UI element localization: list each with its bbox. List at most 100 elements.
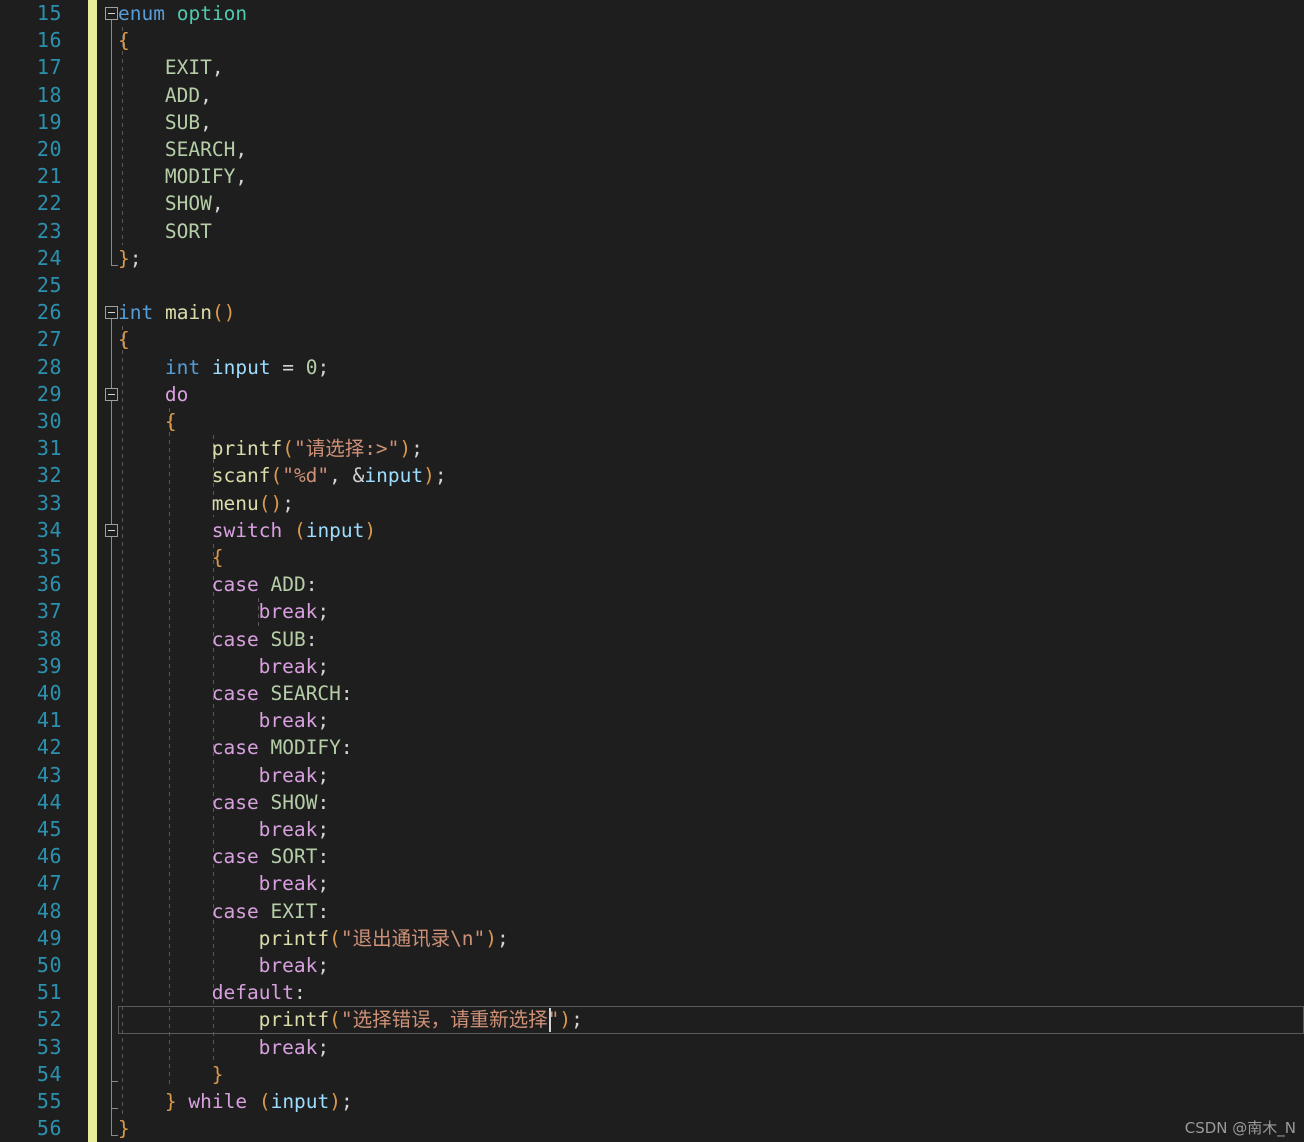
code-line[interactable]: 23 SORT [0, 218, 1304, 245]
code-text[interactable]: case ADD: [212, 571, 318, 598]
code-text[interactable]: break; [259, 870, 329, 897]
code-line[interactable]: 33 menu(); [0, 490, 1304, 517]
code-editor[interactable]: 15 enum option 16 {17 EXIT, 18 ADD, 19 SUB, 20 SEA… [0, 0, 1304, 1142]
code-text[interactable]: SORT [165, 218, 212, 245]
code-text[interactable]: SHOW, [165, 190, 224, 217]
token-kw: int [164, 355, 201, 379]
token-punc: ; [317, 872, 330, 896]
code-text[interactable]: printf("选择错误，请重新选择"); [259, 1006, 583, 1033]
code-text[interactable]: }; [118, 245, 142, 272]
code-text[interactable]: default: [212, 979, 306, 1006]
code-line[interactable]: 47 break; [0, 870, 1304, 897]
token-str: "退出通讯录\n" [340, 926, 486, 950]
code-line[interactable]: 24}; [0, 245, 1304, 272]
code-line[interactable]: 42 case MODIFY: [0, 734, 1304, 761]
code-line[interactable]: 30 { [0, 408, 1304, 435]
code-text[interactable]: { [118, 326, 130, 353]
code-text[interactable]: case SEARCH: [212, 680, 353, 707]
code-text[interactable]: switch (input) [212, 517, 376, 544]
code-text[interactable]: case MODIFY: [212, 734, 353, 761]
code-line[interactable]: 32 scanf("%d", &input); [0, 462, 1304, 489]
code-line[interactable]: 38 case SUB: [0, 626, 1304, 653]
code-line[interactable]: 22 SHOW, [0, 190, 1304, 217]
code-line[interactable]: 43 break; [0, 762, 1304, 789]
code-line[interactable]: 54} [0, 1061, 1304, 1088]
code-text[interactable]: enum option [118, 0, 247, 27]
code-text[interactable]: EXIT, [165, 54, 224, 81]
code-line[interactable]: 36 case ADD: [0, 571, 1304, 598]
token-const: SUB [164, 110, 201, 134]
code-line[interactable]: 50 break; [0, 952, 1304, 979]
code-line[interactable]: 48 case EXIT: [0, 898, 1304, 925]
code-text[interactable]: break; [259, 816, 329, 843]
code-line[interactable]: 37 break; [0, 598, 1304, 625]
code-text[interactable]: SUB, [165, 109, 212, 136]
code-text[interactable]: break; [259, 653, 329, 680]
code-line[interactable]: 19 SUB, [0, 109, 1304, 136]
code-text[interactable]: { [118, 27, 130, 54]
code-text[interactable]: SEARCH, [165, 136, 247, 163]
code-text[interactable]: } while (input); [165, 1088, 353, 1115]
code-text[interactable]: MODIFY, [165, 163, 247, 190]
code-line[interactable]: 26 int main() [0, 299, 1304, 326]
token-punc: ; [411, 437, 423, 461]
token-const: MODIFY [164, 165, 236, 189]
code-text[interactable]: break; [259, 598, 329, 625]
code-text[interactable]: ADD, [165, 82, 212, 109]
token-brk: } [118, 1117, 130, 1141]
code-text[interactable]: int input = 0; [165, 354, 329, 381]
code-line[interactable]: 51 default: [0, 979, 1304, 1006]
code-text[interactable]: printf("退出通讯录\n"); [259, 925, 509, 952]
token-var: input [270, 1090, 330, 1113]
code-text[interactable]: scanf("%d", &input); [212, 462, 447, 489]
code-text[interactable]: } [212, 1061, 224, 1088]
token-punc [259, 791, 271, 814]
code-line[interactable]: 27 { [0, 326, 1304, 353]
code-text[interactable]: printf("请选择:>"); [212, 435, 423, 462]
code-line[interactable]: 41 break; [0, 707, 1304, 734]
code-line[interactable]: 20 SEARCH, [0, 136, 1304, 163]
token-punc: ; [317, 654, 330, 678]
code-text[interactable]: int main() [118, 299, 235, 326]
token-const: SHOW [270, 790, 318, 814]
code-line[interactable]: 40 case SEARCH: [0, 680, 1304, 707]
code-line[interactable]: 17 EXIT, [0, 54, 1304, 81]
code-line[interactable]: 44 case SHOW: [0, 789, 1304, 816]
code-line[interactable]: 45 break; [0, 816, 1304, 843]
code-text[interactable]: { [165, 408, 177, 435]
code-text[interactable]: { [212, 544, 224, 571]
code-line[interactable]: 55} while (input); [0, 1088, 1304, 1115]
code-line[interactable]: 34 switch (input) [0, 517, 1304, 544]
line-number: 17 [36, 55, 62, 80]
code-line[interactable]: 46 case SORT: [0, 843, 1304, 870]
code-text[interactable]: break; [259, 1034, 329, 1061]
code-line[interactable]: 21 MODIFY, [0, 163, 1304, 190]
code-text[interactable]: case SHOW: [212, 789, 329, 816]
code-line[interactable]: 18 ADD, [0, 82, 1304, 109]
code-text[interactable]: menu(); [212, 490, 294, 517]
code-line[interactable]: 35 { [0, 544, 1304, 571]
code-line[interactable]: 39 break; [0, 653, 1304, 680]
code-line[interactable]: 53 break; [0, 1034, 1304, 1061]
code-line[interactable]: 52 printf("选择错误，请重新选择"); [0, 1006, 1304, 1033]
line-number: 25 [36, 273, 62, 297]
line-number: 50 [36, 953, 62, 977]
code-line[interactable]: 49 printf("退出通讯录\n"); [0, 925, 1304, 952]
code-line[interactable]: 29 do [0, 381, 1304, 408]
code-text[interactable]: case SORT: [212, 843, 329, 870]
token-brk: ) [423, 464, 435, 488]
token-punc: ; [129, 246, 142, 270]
code-text[interactable]: break; [259, 952, 329, 979]
code-line[interactable]: 25 [0, 272, 1304, 299]
code-text[interactable]: case EXIT: [212, 898, 329, 925]
code-text[interactable]: case SUB: [212, 626, 318, 653]
code-line[interactable]: 16 { [0, 27, 1304, 54]
code-text[interactable]: do [165, 381, 188, 408]
code-text[interactable]: } [118, 1115, 130, 1142]
code-line[interactable]: 31 printf("请选择:>"); [0, 435, 1304, 462]
code-line[interactable]: 56} [0, 1115, 1304, 1142]
code-line[interactable]: 15 enum option [0, 0, 1304, 27]
code-line[interactable]: 28 int input = 0; [0, 354, 1304, 381]
code-text[interactable]: break; [259, 762, 329, 789]
code-text[interactable]: break; [259, 707, 329, 734]
